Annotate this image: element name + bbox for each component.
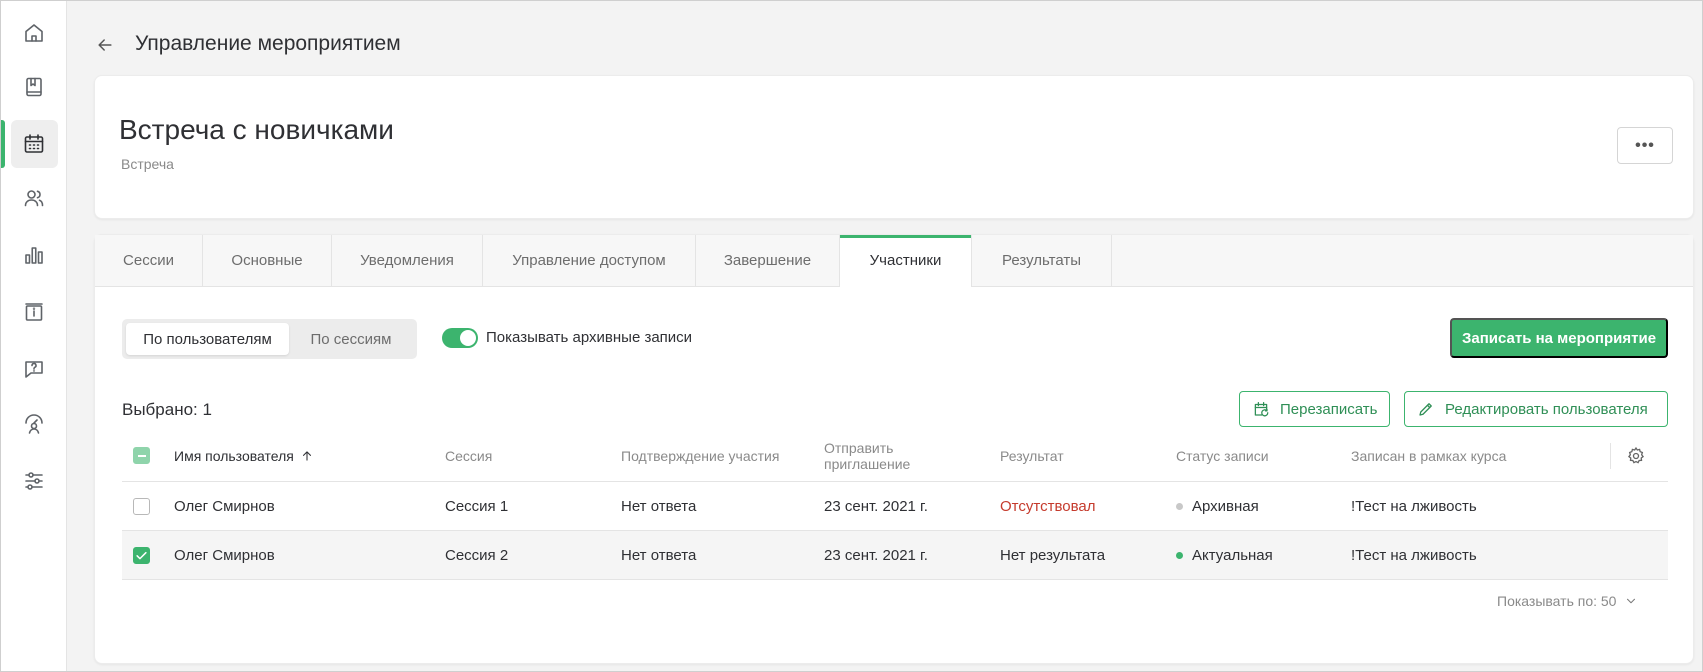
participants-table: Имя пользователя Сессия Подтверждение уч… (122, 430, 1668, 580)
sidebar (1, 1, 67, 671)
cell-session: Сессия 2 (445, 547, 509, 564)
view-by-users[interactable]: По пользователям (126, 323, 289, 355)
home-icon (22, 21, 46, 45)
column-result[interactable]: Результат (1000, 430, 1064, 482)
app-window: Управление мероприятием Встреча с новичк… (0, 0, 1703, 672)
back-button[interactable] (93, 33, 117, 57)
more-options-button[interactable]: ••• (1617, 127, 1673, 164)
users-icon (22, 186, 46, 210)
table-row[interactable]: Олег Смирнов Сессия 1 Нет ответа 23 сент… (122, 482, 1668, 531)
reenroll-button[interactable]: Перезаписать (1239, 391, 1390, 427)
tab-access[interactable]: Управление доступом (483, 235, 696, 286)
pencil-icon (1417, 400, 1445, 418)
tab-general[interactable]: Основные (203, 235, 332, 286)
tab-completion[interactable]: Завершение (696, 235, 840, 286)
chart-icon (22, 243, 46, 267)
archive-toggle[interactable] (442, 328, 478, 348)
status-dot-archive (1176, 503, 1183, 510)
view-by-sessions[interactable]: По сессиям (289, 323, 413, 355)
cell-status: Архивная (1176, 482, 1259, 531)
row-checkbox[interactable] (133, 498, 150, 515)
sidebar-item-info[interactable] (1, 288, 67, 336)
event-card: Встреча с новичками Встреча ••• (94, 75, 1694, 219)
page-size-select[interactable]: Показывать по: 50 (1497, 593, 1638, 609)
status-dot-active (1176, 552, 1183, 559)
selected-count: Выбрано: 1 (122, 400, 212, 419)
enroll-button[interactable]: Записать на мероприятие (1450, 318, 1668, 358)
page-title: Управление мероприятием (135, 32, 401, 55)
table-header: Имя пользователя Сессия Подтверждение уч… (122, 430, 1668, 482)
view-mode-switch: По пользователям По сессиям (122, 319, 417, 359)
column-status[interactable]: Статус записи (1176, 430, 1269, 482)
info-box-icon (22, 300, 46, 324)
book-icon (22, 75, 46, 99)
arrow-up-icon (294, 449, 314, 463)
cell-status: Актуальная (1176, 531, 1273, 580)
calendar-icon (22, 132, 46, 156)
cell-session: Сессия 1 (445, 498, 509, 515)
cell-course: !Тест на лживость (1351, 547, 1477, 564)
select-all-checkbox[interactable] (133, 447, 150, 464)
sidebar-item-users[interactable] (1, 174, 67, 222)
event-title: Встреча с новичками (119, 114, 394, 145)
cell-confirmation: Нет ответа (621, 547, 697, 564)
tab-results[interactable]: Результаты (972, 235, 1112, 286)
cell-result: Нет результата (1000, 547, 1106, 564)
sidebar-item-library[interactable] (1, 63, 67, 111)
tab-notifications[interactable]: Уведомления (332, 235, 483, 286)
sidebar-item-home[interactable] (1, 9, 67, 57)
cell-course: !Тест на лживость (1351, 498, 1477, 515)
column-course[interactable]: Записан в рамках курса (1351, 430, 1506, 482)
cell-invite-date: 23 сент. 2021 г. (824, 498, 928, 515)
calendar-refresh-icon (1252, 400, 1280, 418)
sidebar-item-analytics[interactable] (1, 231, 67, 279)
cell-user: Олег Смирнов (174, 498, 275, 515)
edit-user-button[interactable]: Редактировать пользователя (1404, 391, 1668, 427)
cell-confirmation: Нет ответа (621, 498, 697, 515)
question-icon (22, 357, 46, 381)
check-icon (134, 548, 149, 563)
chevron-down-icon (1616, 594, 1638, 608)
cell-invite-date: 23 сент. 2021 г. (824, 547, 928, 564)
tab-bar: Сессии Основные Уведомления Управление д… (95, 235, 1693, 287)
cell-result: Отсутствовал (1000, 498, 1096, 515)
table-row[interactable]: Олег Смирнов Сессия 2 Нет ответа 23 сент… (122, 531, 1668, 580)
sidebar-item-events[interactable] (1, 120, 67, 168)
arrow-left-icon (95, 35, 115, 55)
reenroll-label: Перезаписать (1280, 400, 1378, 418)
column-user[interactable]: Имя пользователя (174, 430, 314, 482)
more-icon: ••• (1635, 136, 1655, 154)
column-session[interactable]: Сессия (445, 430, 492, 482)
table-settings-button[interactable] (1610, 443, 1650, 469)
column-send-invite[interactable]: Отправить приглашение (824, 430, 910, 482)
user-gauge-icon (22, 412, 46, 436)
column-confirmation[interactable]: Подтверждение участия (621, 430, 779, 482)
sliders-icon (22, 469, 46, 493)
sidebar-item-help[interactable] (1, 345, 67, 393)
row-checkbox[interactable] (133, 547, 150, 564)
gear-icon (1626, 446, 1646, 466)
tab-participants[interactable]: Участники (840, 235, 972, 287)
event-type: Встреча (121, 156, 174, 172)
cell-user: Олег Смирнов (174, 547, 275, 564)
tab-sessions[interactable]: Сессии (95, 235, 203, 286)
edit-user-label: Редактировать пользователя (1445, 400, 1648, 418)
participants-panel: Сессии Основные Уведомления Управление д… (94, 234, 1694, 664)
sidebar-item-monitoring[interactable] (1, 400, 67, 448)
archive-toggle-label: Показывать архивные записи (486, 329, 693, 346)
sidebar-item-settings[interactable] (1, 457, 67, 505)
